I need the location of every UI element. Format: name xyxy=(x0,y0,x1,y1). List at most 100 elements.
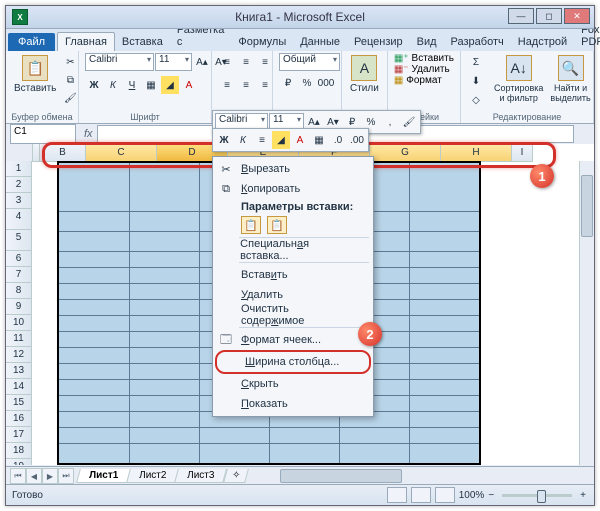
file-tab[interactable]: Файл xyxy=(8,33,55,51)
sheet-nav-last[interactable]: ⏭ xyxy=(58,468,74,484)
sheet-tab-3[interactable]: Лист3 xyxy=(175,469,228,483)
row-header[interactable]: 3 xyxy=(6,193,32,209)
zoom-in-button[interactable]: + xyxy=(580,490,586,501)
mini-fontcolor-icon[interactable]: A xyxy=(291,131,309,149)
font-name-combo[interactable]: Calibri xyxy=(85,53,154,71)
sheet-nav-next[interactable]: ▶ xyxy=(42,468,58,484)
mini-comma-icon[interactable]: , xyxy=(381,113,399,131)
row-header[interactable]: 1 xyxy=(6,161,32,177)
ctx-column-width[interactable]: Ширина столбца... xyxy=(215,350,371,374)
font-color-button[interactable]: A xyxy=(180,76,198,94)
row-header[interactable]: 6 xyxy=(6,251,32,267)
currency-icon[interactable]: ₽ xyxy=(279,74,297,92)
comma-icon[interactable]: 000 xyxy=(317,74,335,92)
format-painter-icon[interactable]: 🖌 xyxy=(61,89,79,107)
increase-font-icon[interactable]: A▴ xyxy=(193,53,211,71)
view-layout-button[interactable] xyxy=(411,487,431,503)
tab-review[interactable]: Рецензир xyxy=(347,33,410,51)
sheet-tab-1[interactable]: Лист1 xyxy=(76,469,131,483)
align-center-icon[interactable]: ≡ xyxy=(237,76,255,94)
col-header-b[interactable]: B xyxy=(40,144,86,162)
paste-button[interactable]: 📋 Вставить xyxy=(12,53,58,96)
tab-home[interactable]: Главная xyxy=(57,32,115,51)
ctx-cut[interactable]: ✂ Вырезать xyxy=(213,159,373,179)
align-left-icon[interactable]: ≡ xyxy=(218,76,236,94)
cells-format-label[interactable]: Формат xyxy=(406,75,442,86)
sort-filter-button[interactable]: A↓ Сортировка и фильтр xyxy=(492,53,545,105)
mini-format-painter-icon[interactable]: 🖌 xyxy=(400,113,418,131)
col-header-h[interactable]: H xyxy=(441,144,512,162)
col-header-c[interactable]: C xyxy=(86,144,157,162)
find-select-button[interactable]: 🔍 Найти и выделить xyxy=(548,53,592,105)
border-button[interactable]: ▦ xyxy=(142,76,160,94)
bold-button[interactable]: Ж xyxy=(85,76,103,94)
close-button[interactable]: ✕ xyxy=(564,8,590,24)
insert-cells-icon[interactable]: ▦⁺ xyxy=(394,53,409,64)
sheet-nav-prev[interactable]: ◀ xyxy=(26,468,42,484)
row-header[interactable]: 4 xyxy=(6,209,32,230)
cells-insert-label[interactable]: Вставить xyxy=(412,53,454,64)
row-header[interactable]: 12 xyxy=(6,347,32,363)
tab-developer[interactable]: Разработч xyxy=(444,33,511,51)
new-sheet-button[interactable]: ✧ xyxy=(223,469,249,483)
mini-border-icon[interactable]: ▦ xyxy=(310,131,328,149)
horizontal-scrollbar[interactable] xyxy=(266,469,580,483)
fill-down-icon[interactable]: ⬇ xyxy=(467,72,485,90)
styles-button[interactable]: A Стили xyxy=(348,53,381,96)
maximize-button[interactable]: ◻ xyxy=(536,8,562,24)
align-mid-icon[interactable]: ≡ xyxy=(237,53,255,71)
autosum-icon[interactable]: Σ xyxy=(467,53,485,71)
row-headers[interactable]: 1 2 3 4 5 6 7 8 9 10 11 12 13 14 15 16 1… xyxy=(6,161,32,465)
row-header[interactable]: 10 xyxy=(6,315,32,331)
row-header[interactable]: 15 xyxy=(6,395,32,411)
italic-button[interactable]: К xyxy=(104,76,122,94)
zoom-level[interactable]: 100% xyxy=(459,490,485,501)
row-header[interactable]: 11 xyxy=(6,331,32,347)
cells-delete-label[interactable]: Удалить xyxy=(412,64,450,75)
row-header[interactable]: 17 xyxy=(6,427,32,443)
row-header[interactable]: 9 xyxy=(6,299,32,315)
vertical-scrollbar[interactable] xyxy=(579,161,594,465)
name-box[interactable]: C1 xyxy=(10,124,76,144)
col-header-i[interactable]: I xyxy=(512,144,533,162)
row-header[interactable]: 18 xyxy=(6,443,32,459)
number-format-combo[interactable]: Общий xyxy=(279,53,340,71)
ctx-paste-special[interactable]: Специальная вставка... xyxy=(213,240,373,260)
fill-color-button[interactable]: ◢ xyxy=(161,76,179,94)
align-right-icon[interactable]: ≡ xyxy=(256,76,274,94)
percent-icon[interactable]: % xyxy=(298,74,316,92)
format-cells-icon[interactable]: ▦ xyxy=(394,75,403,86)
view-normal-button[interactable] xyxy=(387,487,407,503)
paste-option-2-icon[interactable]: 📋 xyxy=(267,216,287,234)
mini-fill-icon[interactable]: ◢ xyxy=(272,131,290,149)
ctx-insert[interactable]: Вставить xyxy=(213,265,373,285)
minimize-button[interactable]: — xyxy=(508,8,534,24)
ctx-clear[interactable]: Очистить содержимое xyxy=(213,305,373,325)
tab-insert[interactable]: Вставка xyxy=(115,33,170,51)
cut-icon[interactable]: ✂ xyxy=(61,53,79,71)
copy-icon[interactable]: ⧉ xyxy=(61,71,79,89)
mini-dec-dec-icon[interactable]: .00 xyxy=(348,131,366,149)
row-header[interactable]: 7 xyxy=(6,267,32,283)
delete-cells-icon[interactable]: ▦⁻ xyxy=(394,64,409,75)
align-bot-icon[interactable]: ≡ xyxy=(256,53,274,71)
ctx-hide[interactable]: Скрыть xyxy=(213,374,373,394)
mini-italic-icon[interactable]: К xyxy=(234,131,252,149)
select-all-corner[interactable] xyxy=(6,144,33,162)
ctx-copy[interactable]: ⧉ Копировать xyxy=(213,179,373,199)
tab-addins[interactable]: Надстрой xyxy=(511,33,574,51)
row-header[interactable]: 2 xyxy=(6,177,32,193)
ctx-paste-icons[interactable]: 📋 📋 xyxy=(213,215,373,235)
font-size-combo[interactable]: 11 xyxy=(155,53,192,71)
clear-icon[interactable]: ◇ xyxy=(467,91,485,109)
zoom-slider[interactable] xyxy=(502,494,572,497)
row-header[interactable]: 5 xyxy=(6,230,32,251)
col-header-g[interactable]: G xyxy=(370,144,441,162)
sheet-tab-2[interactable]: Лист2 xyxy=(126,469,179,483)
tab-view[interactable]: Вид xyxy=(410,33,444,51)
ctx-delete[interactable]: Удалить xyxy=(213,285,373,305)
row-header[interactable]: 14 xyxy=(6,379,32,395)
col-header-a[interactable] xyxy=(33,144,40,162)
tab-formulas[interactable]: Формулы xyxy=(231,33,293,51)
row-header[interactable]: 13 xyxy=(6,363,32,379)
